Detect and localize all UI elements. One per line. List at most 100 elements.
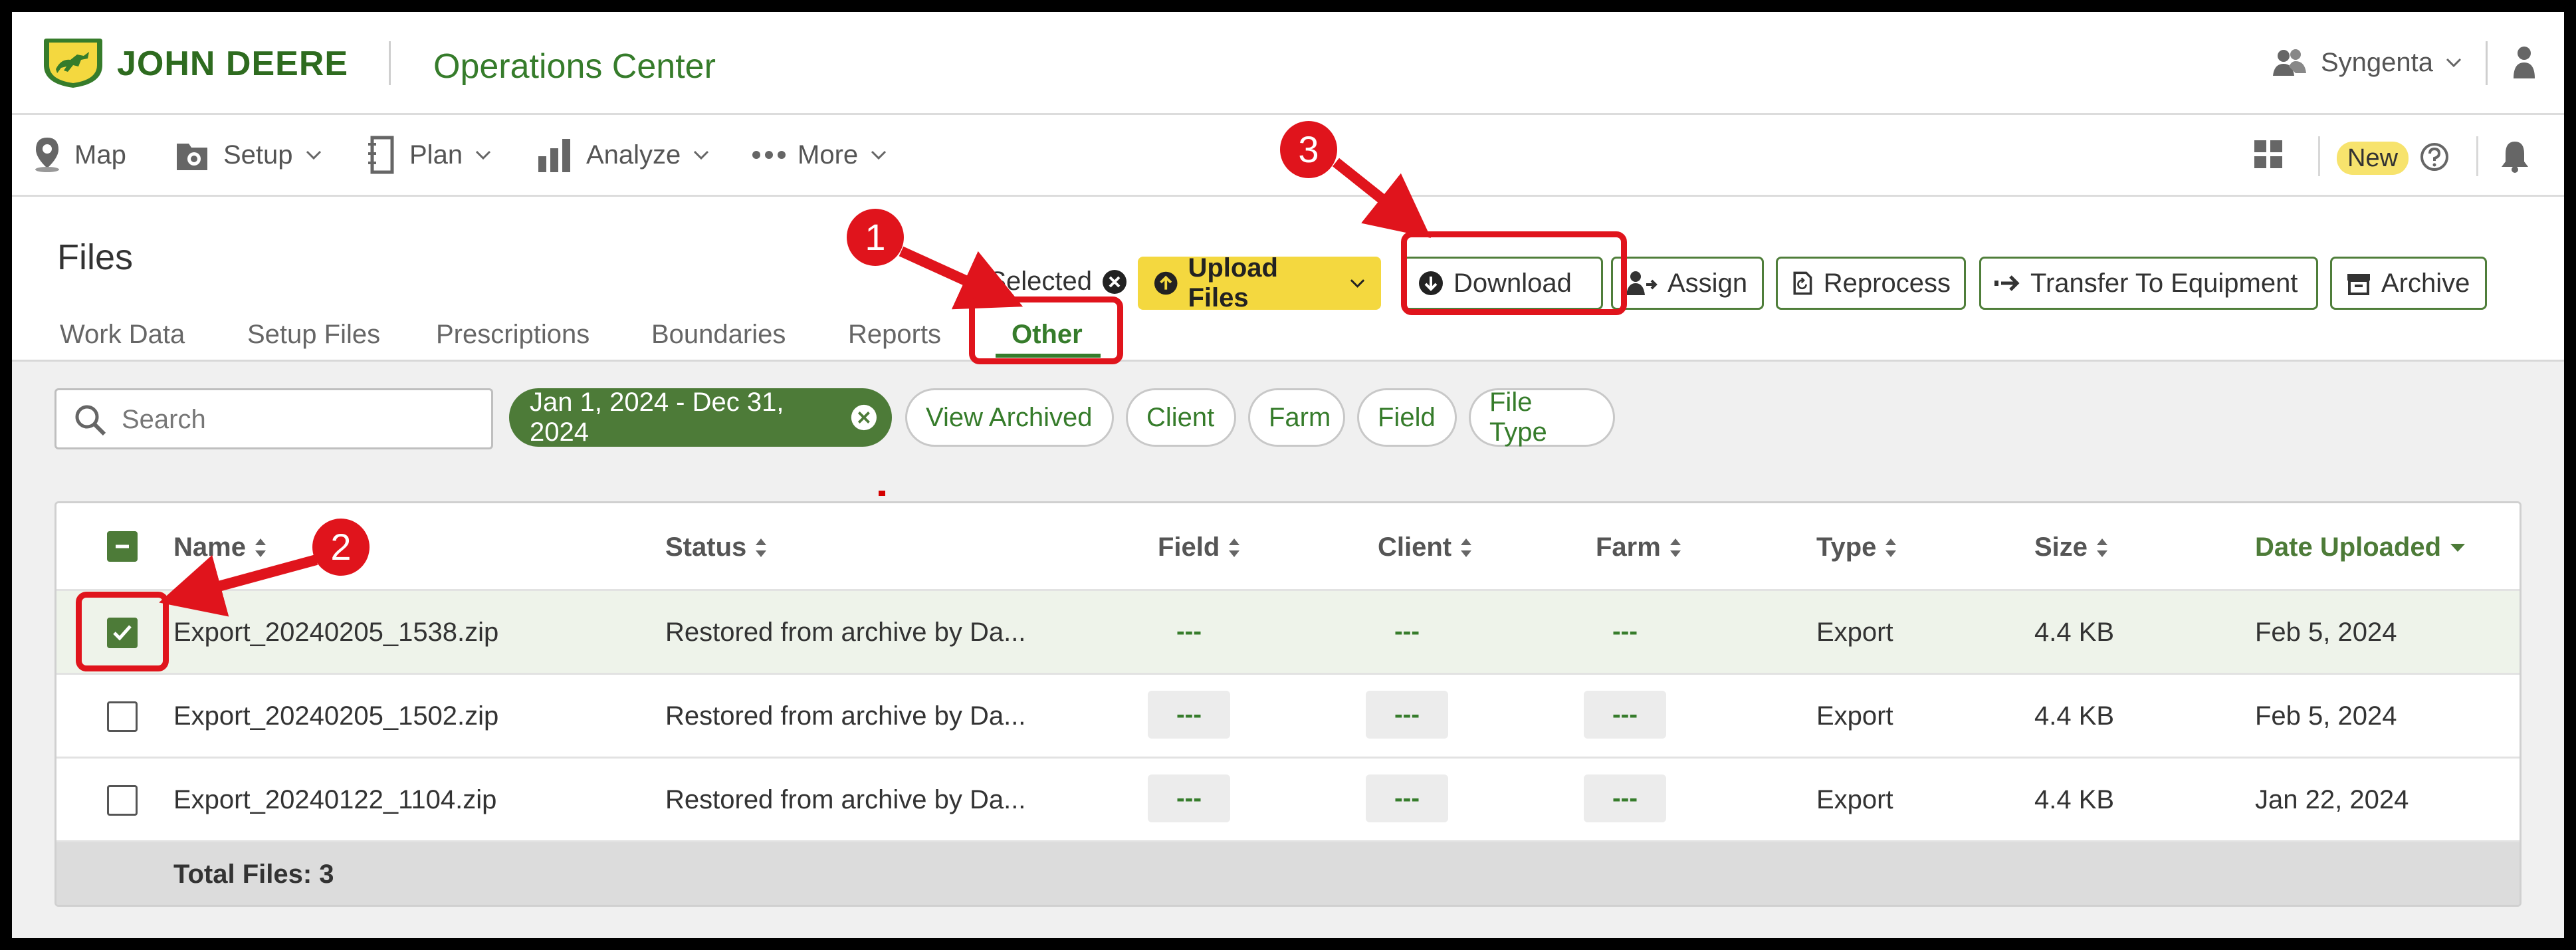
chevron-down-icon — [694, 150, 709, 160]
indeterminate-icon — [116, 544, 129, 548]
column-date-uploaded-label: Date Uploaded — [2255, 533, 2442, 562]
nav-item-more[interactable]: More — [752, 135, 887, 175]
tab-boundaries[interactable]: Boundaries — [651, 320, 786, 350]
tab-setup-files[interactable]: Setup Files — [247, 320, 380, 350]
selected-count-label: 1 Selected — [966, 267, 1093, 296]
cell-client[interactable]: --- — [1366, 618, 1448, 646]
cell-name[interactable]: Export_20240205_1502.zip — [173, 701, 498, 731]
cell-field[interactable]: --- — [1148, 618, 1230, 646]
column-name[interactable]: Name — [173, 533, 267, 562]
date-range-label: Jan 1, 2024 - Dec 31, 2024 — [530, 388, 784, 447]
column-field-label: Field — [1158, 533, 1220, 562]
client-filter-chip[interactable]: Client — [1126, 388, 1236, 447]
files-table: Name Status Field Client Farm Type Size … — [54, 501, 2522, 907]
archive-icon — [2347, 274, 2370, 295]
column-date-uploaded[interactable]: Date Uploaded — [2255, 533, 2466, 562]
farm-filter-chip[interactable]: Farm — [1248, 388, 1345, 447]
app-grid-icon[interactable] — [2253, 139, 2284, 170]
view-archived-chip[interactable]: View Archived — [905, 388, 1114, 447]
table-row[interactable]: Export_20240205_1538.zip Restored from a… — [56, 591, 2520, 675]
column-client[interactable]: Client — [1378, 533, 1473, 562]
organization-name: Syngenta — [2321, 47, 2434, 77]
clear-selection-icon[interactable] — [1101, 269, 1128, 295]
nav-item-map[interactable]: Map — [32, 135, 126, 175]
cell-name[interactable]: Export_20240122_1104.zip — [173, 785, 496, 815]
upload-files-button[interactable]: Upload Files — [1138, 253, 1381, 312]
sort-descending-icon — [2450, 543, 2466, 552]
assign-icon — [1626, 271, 1658, 295]
field-filter-chip[interactable]: Field — [1357, 388, 1457, 447]
select-all-checkbox[interactable] — [107, 531, 138, 562]
help-icon[interactable] — [2419, 142, 2450, 172]
more-icon — [752, 151, 786, 159]
notification-bell-icon[interactable] — [2500, 139, 2529, 174]
search-input[interactable] — [120, 400, 469, 439]
archive-button[interactable]: Archive — [2330, 257, 2487, 310]
files-header: Files Work Data Setup Files Prescription… — [12, 197, 2564, 362]
column-type[interactable]: Type — [1816, 533, 1897, 562]
app-window: JOHN DEERE Operations Center Syngenta Ma… — [12, 12, 2564, 938]
column-name-label: Name — [173, 533, 246, 562]
cell-farm[interactable]: --- — [1584, 618, 1666, 646]
column-field[interactable]: Field — [1158, 533, 1241, 562]
table-row[interactable]: Export_20240122_1104.zip Restored from a… — [56, 759, 2520, 842]
column-client-label: Client — [1378, 533, 1452, 562]
nav-item-plan[interactable]: Plan — [367, 135, 492, 175]
search-box[interactable] — [54, 388, 493, 449]
john-deere-logo-icon[interactable] — [41, 36, 105, 89]
organization-icon — [2273, 49, 2306, 76]
app-title: Operations Center — [433, 47, 716, 86]
user-profile-icon[interactable] — [2512, 45, 2536, 80]
row-checkbox[interactable] — [107, 618, 138, 648]
cell-status: Restored from archive by Da... — [665, 785, 1026, 814]
column-status[interactable]: Status — [665, 533, 768, 562]
cell-client[interactable]: --- — [1366, 774, 1448, 822]
transfer-label: Transfer To Equipment — [2030, 268, 2298, 298]
column-size-label: Size — [2034, 533, 2088, 562]
download-button[interactable]: Download — [1402, 257, 1603, 310]
upload-files-label: Upload Files — [1188, 253, 1278, 312]
cell-field[interactable]: --- — [1148, 691, 1230, 739]
sort-icon — [255, 538, 266, 557]
reprocess-icon — [1793, 271, 1812, 295]
date-range-filter-chip[interactable]: Jan 1, 2024 - Dec 31, 2024 — [509, 388, 892, 447]
assign-label: Assign — [1667, 268, 1748, 298]
nav-item-setup[interactable]: Setup — [174, 135, 322, 175]
cell-name[interactable]: Export_20240205_1538.zip — [173, 618, 498, 648]
row-checkbox[interactable] — [107, 701, 138, 732]
organization-picker[interactable]: Syngenta — [2272, 43, 2462, 82]
cell-status: Restored from archive by Da... — [665, 701, 1026, 731]
total-files-label: Total Files: 3 — [173, 860, 334, 889]
nav-item-analyze[interactable]: Analyze — [537, 135, 710, 175]
column-farm-label: Farm — [1596, 533, 1661, 562]
nav-item-label: Plan — [409, 140, 463, 170]
cell-date: Jan 22, 2024 — [2255, 785, 2409, 814]
table-row[interactable]: Export_20240205_1502.zip Restored from a… — [56, 675, 2520, 759]
assign-button[interactable]: Assign — [1611, 257, 1764, 310]
sort-icon — [1885, 538, 1897, 557]
cell-farm[interactable]: --- — [1584, 774, 1666, 822]
tab-prescriptions[interactable]: Prescriptions — [436, 320, 590, 350]
cell-type: Export — [1816, 785, 1893, 814]
sort-icon — [1669, 538, 1681, 557]
file-type-filter-chip[interactable]: File Type — [1469, 388, 1615, 447]
chevron-down-icon — [476, 150, 491, 160]
annotation-dot — [879, 491, 885, 496]
column-type-label: Type — [1816, 533, 1877, 562]
cell-field[interactable]: --- — [1148, 774, 1230, 822]
cell-client[interactable]: --- — [1366, 691, 1448, 739]
cell-farm[interactable]: --- — [1584, 691, 1666, 739]
tab-other[interactable]: Other — [1012, 320, 1083, 350]
column-size[interactable]: Size — [2034, 533, 2109, 562]
reprocess-button[interactable]: Reprocess — [1776, 257, 1966, 310]
clear-date-filter-icon[interactable] — [849, 402, 879, 433]
transfer-to-equipment-button[interactable]: Transfer To Equipment — [1979, 257, 2318, 310]
chevron-down-icon — [1350, 279, 1365, 288]
tab-work-data[interactable]: Work Data — [60, 320, 185, 350]
analyze-icon — [538, 139, 570, 172]
new-badge[interactable]: New — [2337, 142, 2409, 175]
row-checkbox[interactable] — [107, 785, 138, 816]
tab-reports[interactable]: Reports — [848, 320, 941, 350]
nav-divider — [2318, 136, 2320, 176]
column-farm[interactable]: Farm — [1596, 533, 1682, 562]
